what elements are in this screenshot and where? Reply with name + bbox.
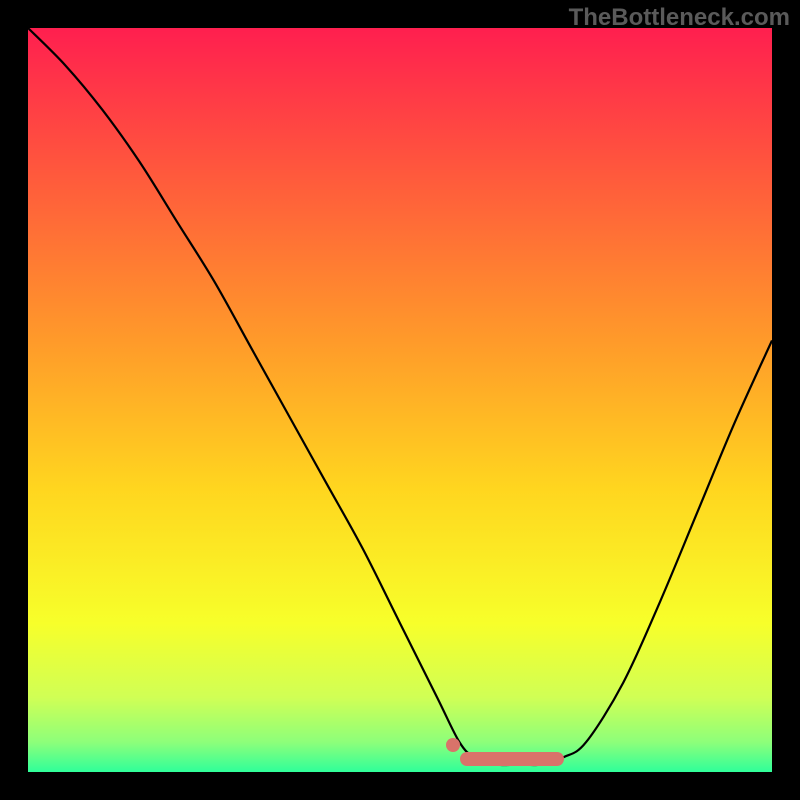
curve-layer xyxy=(28,28,772,772)
chart-frame xyxy=(0,0,800,800)
plot-area xyxy=(28,28,772,772)
optimal-range-bar xyxy=(460,752,564,766)
curve-svg xyxy=(28,28,772,772)
watermark-text: TheBottleneck.com xyxy=(569,4,790,32)
marker-dot xyxy=(446,738,460,752)
bottleneck-curve xyxy=(28,28,772,765)
